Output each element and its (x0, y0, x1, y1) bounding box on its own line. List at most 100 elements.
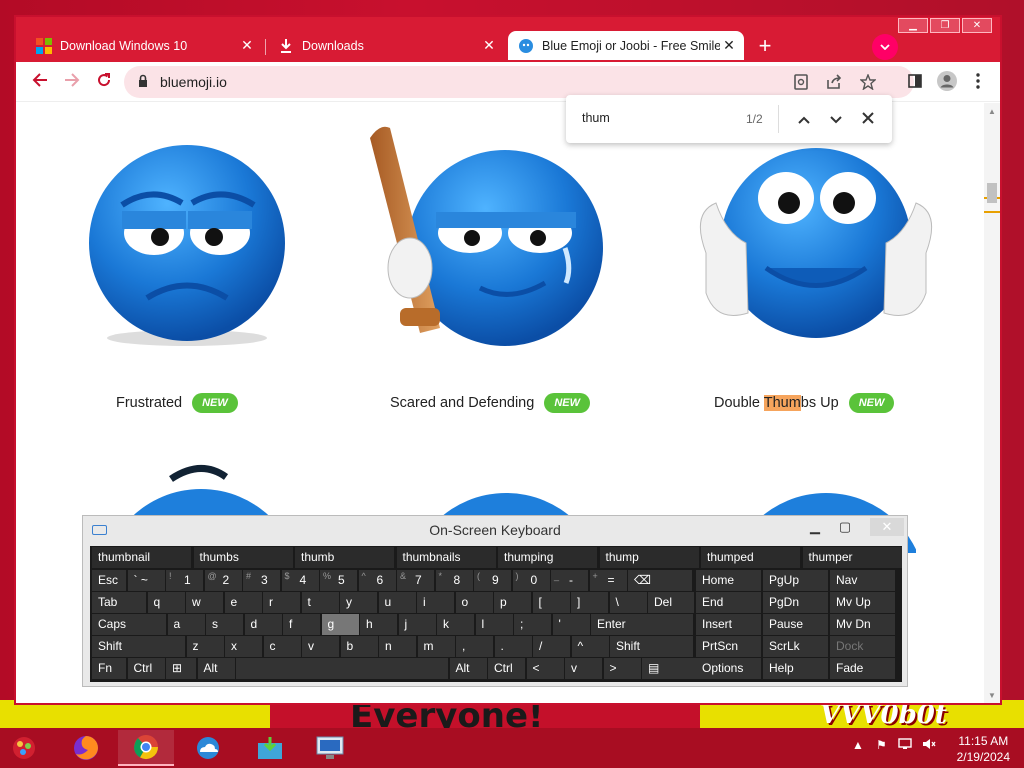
word-suggestion[interactable]: thumped (701, 547, 800, 568)
key-char[interactable]: s (206, 614, 243, 635)
word-suggestion[interactable]: thumbs (193, 547, 293, 568)
find-close-button[interactable] (856, 107, 880, 131)
key-nav[interactable]: Nav (830, 570, 895, 591)
key-char[interactable]: 9( (474, 570, 511, 591)
close-window-button[interactable]: ✕ (962, 18, 992, 33)
key-char[interactable]: 2 @ (204, 570, 242, 591)
word-suggestion[interactable]: thump (599, 547, 699, 568)
key-char[interactable]: 8 * (435, 570, 473, 591)
tab-download-windows[interactable]: Download Windows 10 ✕ (26, 31, 262, 60)
key-char[interactable]: [ (532, 592, 570, 613)
find-input[interactable]: thum (582, 111, 610, 125)
key-char[interactable]: i (417, 592, 454, 613)
key-modifier[interactable]: Fn (92, 658, 126, 679)
key-char[interactable]: r (263, 592, 300, 613)
forward-button[interactable] (60, 70, 84, 94)
key-nav[interactable]: Mv Up (830, 592, 895, 613)
profile-avatar-icon[interactable] (936, 70, 958, 97)
emoji-name[interactable]: Frustrated (116, 395, 182, 411)
key-char[interactable]: j (398, 614, 436, 635)
key-char[interactable]: g (321, 614, 359, 635)
key-char[interactable]: c (263, 636, 301, 657)
key-char[interactable]: = + (589, 570, 627, 591)
key-char[interactable]: ^ (571, 636, 609, 657)
key-nav[interactable]: PrtScn (696, 636, 761, 657)
key-nav[interactable]: End (696, 592, 761, 613)
tab-search-button[interactable] (872, 34, 898, 60)
key-char[interactable]: z (186, 636, 224, 657)
key-modifier[interactable]: Ctrl (488, 658, 525, 679)
key-nav[interactable]: Fade (830, 658, 895, 679)
key-char[interactable]: m (417, 636, 455, 657)
double-thumbs-up-emoji-image[interactable] (686, 143, 946, 343)
close-tab-icon[interactable]: ✕ (480, 37, 498, 54)
key-char[interactable]: w (186, 592, 223, 613)
key-char[interactable]: \ (609, 592, 647, 613)
key-char[interactable]: k (437, 614, 474, 635)
key-char[interactable]: Shift (92, 636, 185, 657)
key-nav[interactable]: Help (763, 658, 828, 679)
key-char[interactable]: 0) (512, 570, 550, 591)
key-modifier[interactable]: > (603, 658, 641, 679)
address-bar[interactable]: bluemoji.io (124, 66, 914, 98)
find-in-page-icon[interactable] (794, 74, 812, 90)
key-nav[interactable]: Insert (696, 614, 761, 635)
taskbar-firefox[interactable] (58, 730, 114, 766)
key-char[interactable]: - _ (551, 570, 588, 591)
start-button[interactable] (2, 730, 46, 766)
scrollbar-thumb[interactable] (987, 183, 997, 203)
key-char[interactable]: Caps (92, 614, 166, 635)
system-clock[interactable]: 11:15 AM 2/19/2024 (957, 733, 1010, 765)
key-char[interactable]: h (360, 614, 397, 635)
osk-close-button[interactable]: ✕ (870, 518, 904, 536)
find-next-button[interactable] (824, 107, 848, 131)
close-tab-icon[interactable]: ✕ (720, 37, 738, 54)
key-char[interactable]: ; (514, 614, 551, 635)
taskbar-installer[interactable] (242, 730, 298, 766)
key-char[interactable]: Enter (591, 614, 693, 635)
key-nav[interactable]: Dock (830, 636, 895, 657)
word-suggestion[interactable]: thumb (295, 547, 394, 568)
scroll-up-icon[interactable]: ▲ (988, 107, 996, 116)
key-char[interactable]: o (455, 592, 493, 613)
word-suggestion[interactable]: thumper (802, 547, 902, 568)
taskbar-onedrive[interactable] (180, 730, 236, 766)
show-hidden-icons-icon[interactable]: ▲ (852, 738, 864, 752)
bookmark-star-icon[interactable] (859, 73, 878, 91)
reload-button[interactable] (92, 70, 116, 94)
key-char[interactable]: u (378, 592, 416, 613)
side-panel-icon[interactable] (908, 74, 922, 93)
tab-downloads[interactable]: Downloads ✕ (268, 31, 504, 60)
minimize-button[interactable]: ▁ (898, 18, 928, 33)
key-esc[interactable]: Esc (92, 570, 126, 591)
key-char[interactable]: ] (571, 592, 608, 613)
taskbar-remote-desktop[interactable] (302, 730, 358, 766)
key-char[interactable]: Del (648, 592, 694, 613)
key-modifier[interactable]: v (565, 658, 602, 679)
key-nav[interactable]: Pause (763, 614, 828, 635)
key-char[interactable]: Tab (92, 592, 146, 613)
key-char[interactable]: 7 & (397, 570, 434, 591)
key-backspace[interactable]: ⌫ (628, 570, 692, 591)
emoji-name[interactable]: Double Thumbs Up (714, 395, 839, 411)
key-char[interactable]: 6 ^ (358, 570, 396, 591)
key-nav[interactable]: PgDn (763, 592, 828, 613)
key-modifier[interactable]: Alt (197, 658, 235, 679)
key-space[interactable] (236, 658, 448, 679)
key-nav[interactable]: ScrLk (763, 636, 828, 657)
network-icon[interactable] (898, 738, 912, 753)
close-tab-icon[interactable]: ✕ (238, 37, 256, 54)
scroll-down-icon[interactable]: ▼ (988, 691, 996, 700)
new-tab-button[interactable]: + (753, 35, 777, 59)
find-previous-button[interactable] (792, 107, 816, 131)
more-menu-icon[interactable] (976, 73, 980, 94)
tab-bluemoji[interactable]: Blue Emoji or Joobi - Free Smiley ✕ (508, 31, 744, 60)
taskbar-chrome[interactable] (118, 730, 174, 766)
key-char[interactable]: n (379, 636, 416, 657)
key-char[interactable]: . (494, 636, 532, 657)
key-char[interactable]: 5% (320, 570, 357, 591)
key-char[interactable]: ` ~ (127, 570, 165, 591)
key-modifier[interactable]: Ctrl (127, 658, 165, 679)
share-icon[interactable] (826, 74, 844, 90)
key-char[interactable]: , (456, 636, 493, 657)
